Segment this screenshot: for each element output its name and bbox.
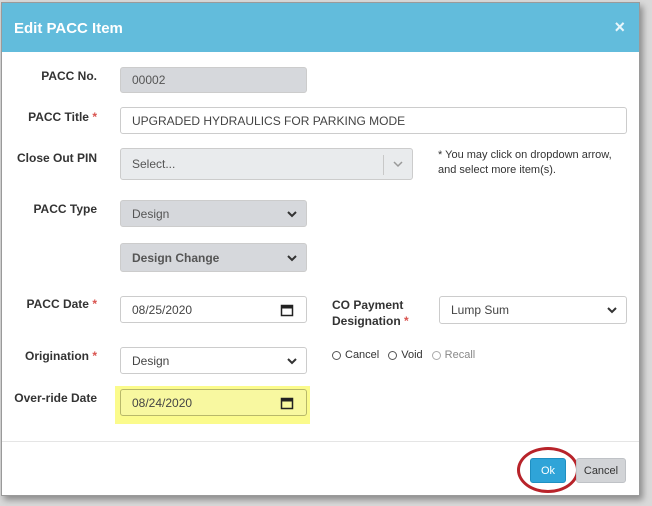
close-out-pin-select[interactable]: Select... [120, 148, 413, 180]
close-out-pin-note: * You may click on dropdown arrow, and s… [438, 149, 612, 176]
origination-value: Design [132, 353, 170, 368]
chevron-down-icon[interactable] [286, 208, 298, 220]
radio-void-label[interactable]: Void [401, 349, 422, 361]
status-radio-group: Cancel Void Recall [332, 349, 484, 361]
pacc-type-select[interactable]: Design [120, 200, 307, 227]
pacc-type-value: Design [132, 206, 170, 221]
cancel-button[interactable]: Cancel [576, 458, 626, 483]
calendar-icon[interactable] [280, 396, 294, 410]
pacc-no-field: 00002 [120, 67, 307, 93]
pacc-title-input[interactable]: UPGRADED HYDRAULICS FOR PARKING MODE [120, 107, 627, 134]
origination-select[interactable]: Design [120, 347, 307, 374]
dialog-header: Edit PACC Item × [2, 3, 639, 52]
pacc-subtype-value: Design Change [132, 250, 220, 265]
pacc-date-label: PACC Date * [26, 297, 97, 311]
origination-label: Origination * [24, 349, 97, 363]
select-divider [383, 155, 384, 175]
chevron-down-icon[interactable] [392, 158, 404, 170]
radio-recall-label: Recall [444, 349, 476, 361]
radio-void[interactable] [388, 350, 398, 360]
chevron-down-icon[interactable] [286, 252, 298, 264]
pacc-subtype-select[interactable]: Design Change [120, 243, 307, 272]
ok-button[interactable]: Ok [530, 458, 566, 483]
chevron-down-icon[interactable] [286, 355, 298, 367]
pacc-title-value: UPGRADED HYDRAULICS FOR PARKING MODE [132, 113, 406, 128]
co-payment-value: Lump Sum [451, 303, 510, 317]
close-out-pin-label: Close Out PIN [16, 151, 97, 165]
radio-cancel-label[interactable]: Cancel [345, 349, 379, 361]
close-out-pin-placeholder: Select... [132, 157, 176, 171]
override-date-value: 08/24/2020 [132, 395, 193, 410]
pacc-no-value: 00002 [132, 73, 166, 87]
override-date-label: Over-ride Date [14, 391, 97, 405]
co-payment-label: CO Payment Designation * [332, 298, 409, 328]
pacc-type-label: PACC Type [33, 202, 97, 216]
radio-cancel[interactable] [332, 350, 341, 360]
override-date-input[interactable]: 08/24/2020 [120, 389, 307, 416]
footer-divider [2, 441, 639, 442]
calendar-icon[interactable] [280, 303, 294, 317]
pacc-no-label: PACC No. [41, 69, 97, 83]
pacc-title-label: PACC Title * [28, 110, 97, 124]
co-payment-select[interactable]: Lump Sum [439, 296, 627, 324]
edit-pacc-item-dialog: Edit PACC Item × PACC No. 00002 PACC Tit… [1, 2, 640, 496]
pacc-date-value: 08/25/2020 [132, 302, 193, 317]
close-icon[interactable]: × [614, 17, 625, 38]
radio-recall [431, 350, 441, 360]
pacc-date-input[interactable]: 08/25/2020 [120, 296, 307, 323]
chevron-down-icon[interactable] [606, 304, 618, 316]
dialog-title: Edit PACC Item [14, 20, 123, 37]
